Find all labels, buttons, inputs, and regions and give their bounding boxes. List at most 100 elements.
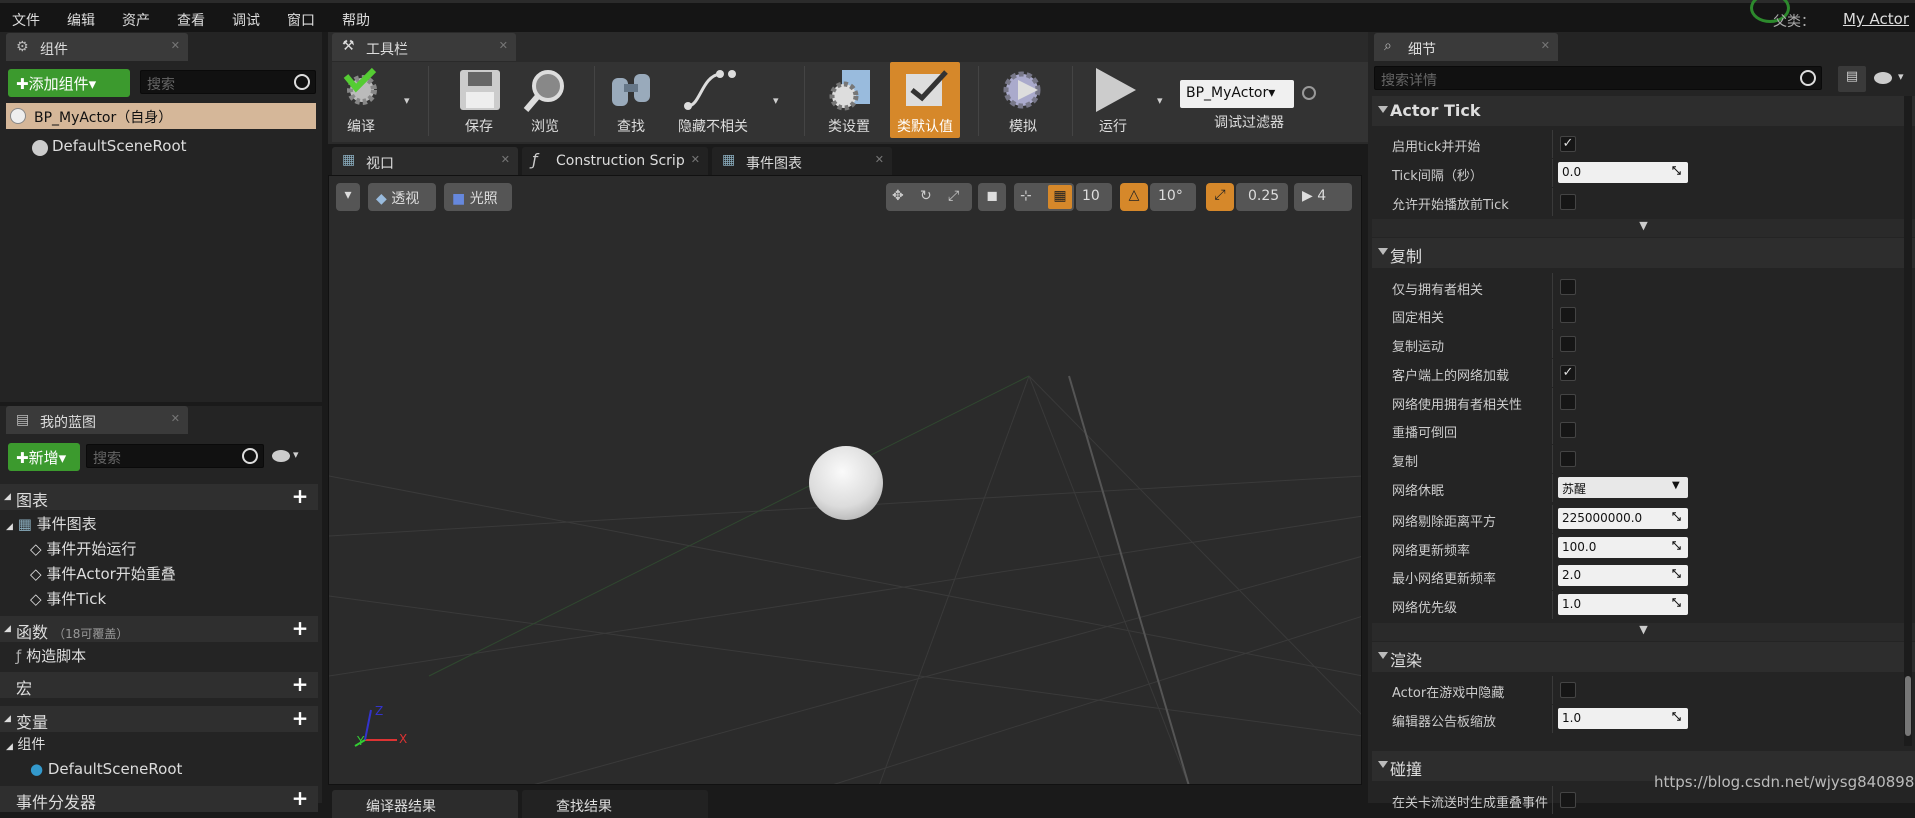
close-icon[interactable]: ✕	[171, 39, 180, 52]
hide-unrelated-button[interactable]: 隐藏不相关	[668, 62, 758, 138]
advanced-expander-icon[interactable]: ▼	[1372, 623, 1915, 641]
advanced-expander-icon[interactable]: ▼	[1372, 219, 1915, 237]
rotation-snap-value-select[interactable]: 10°	[1150, 183, 1196, 211]
tab-components[interactable]: ⚙ 组件 ✕	[6, 33, 188, 61]
chevron-down-icon[interactable]: ▼	[1672, 480, 1684, 492]
number-field[interactable]: 2.0 ⤡	[1558, 565, 1688, 586]
component-variable-item[interactable]: ● DefaultSceneRoot	[30, 760, 182, 778]
net-dormancy-select[interactable]: 苏醒 ▼	[1558, 477, 1688, 498]
details-scrollbar[interactable]	[1904, 96, 1912, 746]
debug-object-select[interactable]: BP_MyActor▾	[1180, 80, 1294, 108]
add-graph-plus-icon[interactable]: +	[290, 486, 310, 507]
scale-snap-icon[interactable]: ⤢	[1206, 183, 1234, 211]
close-icon[interactable]: ✕	[1541, 39, 1550, 52]
checkbox-checked[interactable]: ✓	[1560, 136, 1576, 152]
viewport[interactable]: X Y Z	[328, 175, 1362, 785]
number-field[interactable]: 1.0 ⤡	[1558, 594, 1688, 615]
drag-arrow-icon[interactable]: ⤡	[1672, 597, 1684, 609]
lit-button[interactable]: ■ 光照	[444, 183, 512, 211]
tab-details[interactable]: ⌕ 细节 ✕	[1374, 33, 1558, 61]
simulate-button[interactable]: 模拟	[988, 62, 1058, 138]
category-actor-tick[interactable]: Actor Tick	[1372, 96, 1915, 126]
drag-arrow-icon[interactable]: ⤡	[1672, 165, 1684, 177]
default-scene-root-sphere[interactable]	[809, 446, 883, 520]
checkbox-unchecked[interactable]	[1560, 394, 1576, 410]
close-icon[interactable]: ✕	[171, 412, 180, 425]
details-search-input[interactable]: 搜索详情	[1374, 66, 1822, 90]
section-variables[interactable]: ◢ 变量 +	[0, 706, 318, 732]
checkbox-unchecked[interactable]	[1560, 307, 1576, 323]
scrollbar-thumb[interactable]	[1905, 676, 1911, 736]
class-settings-button[interactable]: 类设置	[814, 62, 884, 138]
viewport-options-chevron-icon[interactable]: ▾	[336, 183, 360, 211]
search-icon[interactable]	[1302, 86, 1316, 100]
add-macro-plus-icon[interactable]: +	[290, 674, 310, 695]
add-new-button[interactable]: ✚新增▾	[8, 443, 80, 471]
view-options-eye-icon[interactable]	[272, 450, 290, 462]
components-group[interactable]: ◢ 组件	[6, 734, 45, 754]
category-replication[interactable]: 复制	[1372, 238, 1915, 268]
tab-compiler-results[interactable]: 编译器结果	[332, 790, 518, 818]
find-button[interactable]: 查找	[596, 62, 666, 138]
local-world-toggle-icon[interactable]: ◼	[978, 183, 1006, 211]
tab-event-graph[interactable]: ▦ 事件图表 ✕	[712, 147, 892, 175]
menu-view[interactable]: 查看	[177, 10, 205, 30]
grid-snap-value-select[interactable]: 10	[1076, 183, 1112, 211]
drag-arrow-icon[interactable]: ⤡	[1672, 540, 1684, 552]
checkbox-unchecked[interactable]	[1560, 682, 1576, 698]
event-item[interactable]: ◇ 事件Actor开始重叠	[30, 563, 176, 584]
property-matrix-icon[interactable]: ▤	[1838, 66, 1866, 92]
compile-options-chevron-icon[interactable]: ▾	[404, 94, 410, 107]
checkbox-unchecked[interactable]	[1560, 451, 1576, 467]
drag-arrow-icon[interactable]: ⤡	[1672, 568, 1684, 580]
construction-script-item[interactable]: ƒ 构造脚本	[16, 645, 86, 666]
section-macros[interactable]: 宏 +	[0, 672, 318, 698]
checkbox-unchecked[interactable]	[1560, 336, 1576, 352]
checkbox-unchecked[interactable]	[1560, 279, 1576, 295]
chevron-down-icon[interactable]: ▾	[1898, 70, 1904, 83]
view-options-eye-icon[interactable]	[1874, 72, 1892, 84]
add-dispatcher-plus-icon[interactable]: +	[290, 788, 310, 809]
section-event-dispatchers[interactable]: 事件分发器 +	[0, 786, 318, 812]
hide-options-chevron-icon[interactable]: ▾	[773, 94, 779, 107]
drag-arrow-icon[interactable]: ⤡	[1672, 711, 1684, 723]
transform-tools-group[interactable]: ✥ ↻ ⤢	[886, 183, 972, 211]
menu-file[interactable]: 文件	[12, 10, 40, 30]
parent-class-link[interactable]: My Actor	[1843, 10, 1909, 28]
event-item[interactable]: ◇ 事件开始运行	[30, 538, 136, 559]
browse-button[interactable]: 浏览	[510, 62, 580, 138]
section-functions[interactable]: ◢ 函数 （18可覆盖） +	[0, 616, 318, 642]
scale-icon[interactable]: ⤢	[948, 188, 959, 204]
add-component-button[interactable]: ✚添加组件▾	[8, 69, 130, 97]
blueprint-search-input[interactable]: 搜索	[86, 444, 264, 468]
number-field[interactable]: 225000000.0 ⤡	[1558, 508, 1688, 529]
component-self-row[interactable]: BP_MyActor（自身）	[6, 103, 316, 129]
section-graphs[interactable]: ◢ 图表 +	[0, 484, 318, 510]
play-button[interactable]: 运行	[1078, 62, 1148, 138]
compile-button[interactable]: 编译	[326, 62, 396, 138]
drag-arrow-icon[interactable]: ⤡	[1672, 511, 1684, 523]
perspective-button[interactable]: ◆ 透视	[368, 183, 436, 211]
rotate-icon[interactable]: ↻	[920, 188, 932, 204]
checkbox-unchecked[interactable]	[1560, 422, 1576, 438]
play-options-chevron-icon[interactable]: ▾	[1157, 94, 1163, 107]
menu-help[interactable]: 帮助	[342, 10, 370, 30]
close-icon[interactable]: ✕	[875, 153, 884, 166]
tab-construction-script[interactable]: ƒ Construction Scrip ✕	[522, 147, 708, 175]
chevron-down-icon[interactable]: ▾	[293, 448, 299, 461]
rotation-snap-icon[interactable]: △	[1120, 183, 1148, 211]
number-field[interactable]: 1.0 ⤡	[1558, 708, 1688, 729]
close-icon[interactable]: ✕	[499, 39, 508, 52]
checkbox-unchecked[interactable]	[1560, 792, 1576, 808]
class-defaults-button[interactable]: 类默认值	[890, 62, 960, 138]
scale-snap-value-select[interactable]: 0.25	[1236, 183, 1288, 211]
menu-asset[interactable]: 资产	[122, 10, 150, 30]
category-rendering[interactable]: 渲染	[1372, 642, 1915, 672]
menu-debug[interactable]: 调试	[232, 10, 260, 30]
menu-edit[interactable]: 编辑	[67, 10, 95, 30]
add-variable-plus-icon[interactable]: +	[290, 708, 310, 729]
event-graph-item[interactable]: ◢ ▦ 事件图表	[6, 513, 97, 534]
components-search-input[interactable]: 搜索	[140, 70, 316, 94]
add-function-plus-icon[interactable]: +	[290, 618, 310, 639]
camera-speed-button[interactable]: ▶ 4	[1294, 183, 1352, 211]
